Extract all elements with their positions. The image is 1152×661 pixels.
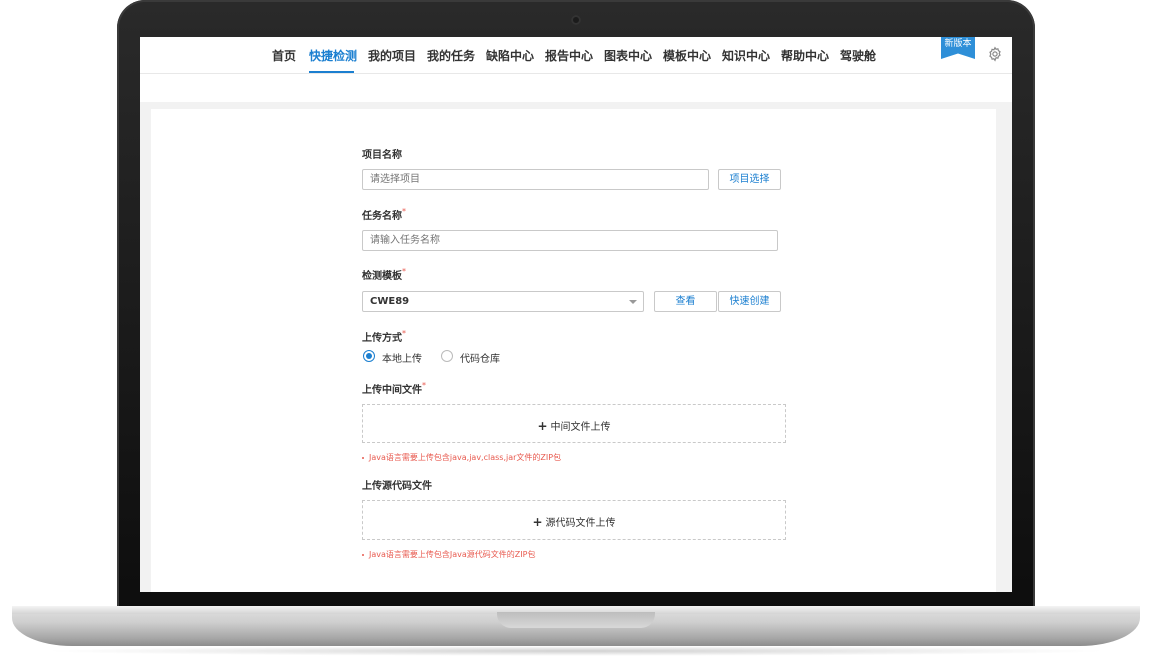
required-mark: *	[402, 267, 406, 276]
nav-my-tasks[interactable]: 我的任务	[427, 47, 475, 64]
webcam	[571, 15, 581, 25]
project-select-input[interactable]	[362, 169, 709, 190]
view-template-button[interactable]: 查看	[654, 291, 717, 312]
new-version-badge[interactable]: 新版本	[941, 37, 975, 59]
nav-home[interactable]: 首页	[272, 47, 296, 64]
template-select-value: CWE89	[370, 296, 410, 307]
source-file-hint: Java语言需要上传包含Java源代码文件的ZIP包	[362, 549, 535, 560]
nav-cockpit[interactable]: 驾驶舱	[840, 47, 876, 64]
radio-code-repository[interactable]	[441, 350, 453, 362]
intermediate-upload-text: 中间文件上传	[550, 422, 611, 433]
laptop-shadow	[40, 646, 1112, 656]
upload-method-label-text: 上传方式	[362, 333, 402, 344]
source-file-dropzone[interactable]: + 源代码文件上传	[362, 500, 786, 540]
intermediate-file-label-text: 上传中间文件	[362, 385, 422, 396]
intermediate-file-dropzone-text: + 中间文件上传	[363, 418, 785, 433]
upload-method-label: 上传方式*	[362, 329, 406, 344]
top-navbar: 首页 快捷检测 我的项目 我的任务 缺陷中心 报告中心 图表中心 模板中心 知识…	[140, 37, 1012, 74]
task-name-label: 任务名称*	[362, 207, 406, 222]
nav-report-center[interactable]: 报告中心	[545, 47, 593, 64]
active-tab-underline	[309, 71, 354, 73]
bullet-icon	[362, 456, 364, 459]
quick-create-button[interactable]: 快速创建	[718, 291, 781, 312]
plus-icon: +	[532, 515, 543, 529]
source-file-hint-text: Java语言需要上传包含Java源代码文件的ZIP包	[369, 550, 536, 559]
task-name-input[interactable]	[362, 230, 778, 251]
template-label-text: 检测模板	[362, 271, 402, 282]
laptop-notch	[497, 612, 655, 628]
source-file-label: 上传源代码文件	[362, 481, 432, 492]
source-file-dropzone-text: + 源代码文件上传	[363, 514, 785, 529]
screen: 首页 快捷检测 我的项目 我的任务 缺陷中心 报告中心 图表中心 模板中心 知识…	[140, 37, 1012, 592]
required-mark: *	[402, 207, 406, 216]
sub-header-strip	[140, 74, 1012, 102]
radio-code-repository-label[interactable]: 代码仓库	[460, 350, 500, 365]
form-card: 项目名称 项目选择 任务名称* 检测模板* CWE89 查看 快速创建 上传方式…	[151, 109, 996, 592]
nav-my-projects[interactable]: 我的项目	[368, 47, 416, 64]
template-select[interactable]: CWE89	[362, 291, 644, 312]
source-upload-text: 源代码文件上传	[545, 518, 616, 529]
radio-local-upload[interactable]	[363, 350, 375, 362]
nav-knowledge-center[interactable]: 知识中心	[722, 47, 770, 64]
radio-local-upload-label[interactable]: 本地上传	[382, 350, 422, 365]
nav-quick-check[interactable]: 快捷检测	[309, 47, 357, 64]
nav-template-center[interactable]: 模板中心	[663, 47, 711, 64]
intermediate-file-hint-text: Java语言需要上传包含java,jav,class,jar文件的ZIP包	[369, 453, 562, 462]
required-mark: *	[422, 381, 426, 390]
project-name-label: 项目名称	[362, 150, 402, 161]
bullet-icon	[362, 553, 364, 556]
intermediate-file-label: 上传中间文件*	[362, 381, 426, 396]
nav-help-center[interactable]: 帮助中心	[781, 47, 829, 64]
task-name-label-text: 任务名称	[362, 211, 402, 222]
intermediate-file-dropzone[interactable]: + 中间文件上传	[362, 404, 786, 443]
chevron-down-icon	[629, 300, 637, 304]
required-mark: *	[402, 329, 406, 338]
gear-icon[interactable]	[987, 46, 1003, 62]
plus-icon: +	[537, 419, 548, 433]
nav-chart-center[interactable]: 图表中心	[604, 47, 652, 64]
intermediate-file-hint: Java语言需要上传包含java,jav,class,jar文件的ZIP包	[362, 452, 561, 463]
template-label: 检测模板*	[362, 267, 406, 282]
project-select-button[interactable]: 项目选择	[718, 169, 781, 190]
nav-defect-center[interactable]: 缺陷中心	[486, 47, 534, 64]
